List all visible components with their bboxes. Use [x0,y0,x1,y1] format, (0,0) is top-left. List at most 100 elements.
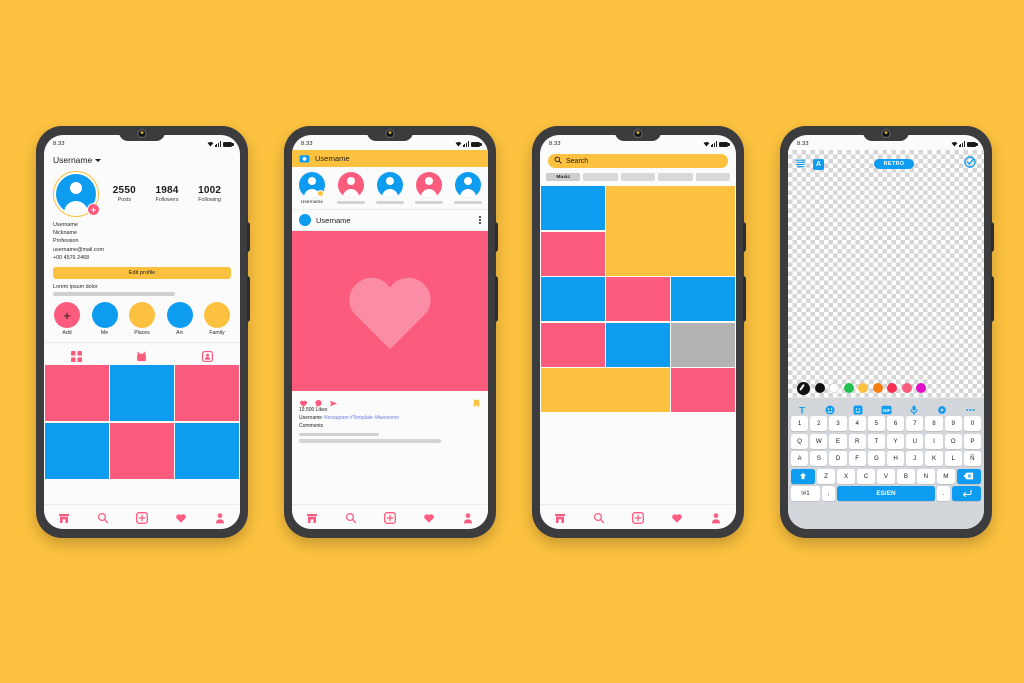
color-black[interactable] [814,383,825,393]
explore-tile[interactable] [671,277,735,321]
key-l[interactable]: L [944,451,962,467]
add-icon[interactable] [384,511,396,524]
story-item[interactable] [415,172,443,205]
symbols-key[interactable]: !#1 [791,486,820,502]
camera-icon[interactable] [299,150,310,168]
post-comments-label[interactable]: Comments [299,422,481,430]
comma-key[interactable]: , [821,486,835,502]
post-thumb[interactable] [45,365,109,422]
key-w[interactable]: W [810,433,828,449]
profile-icon[interactable] [710,511,722,524]
key-6[interactable]: 6 [887,416,905,431]
key-x[interactable]: X [837,468,856,484]
key-h[interactable]: H [887,451,905,467]
key-2[interactable]: 2 [810,416,828,431]
key-b[interactable]: B [896,468,915,484]
key-r[interactable]: R [848,433,866,449]
key-4[interactable]: 4 [848,416,866,431]
profile-icon[interactable] [462,511,474,524]
explore-tile[interactable] [541,186,605,230]
key-m[interactable]: M [936,468,955,484]
key-j[interactable]: J [906,451,924,467]
text-style-button[interactable]: A [813,158,824,170]
chip-placeholder[interactable] [695,173,731,181]
key-q[interactable]: Q [790,433,809,449]
color-pink[interactable] [901,383,912,393]
search-icon[interactable] [593,511,605,524]
canvas-transparent-background[interactable] [788,150,984,398]
explore-tile[interactable] [541,277,605,321]
profile-icon[interactable] [214,511,226,524]
key-enye[interactable]: Ñ [963,451,982,467]
home-icon[interactable] [554,511,566,523]
avatar-add-badge[interactable]: + [87,203,100,216]
grid-icon[interactable] [71,349,83,363]
key-t[interactable]: T [867,433,885,449]
chevron-down-icon[interactable] [95,158,102,162]
key-n[interactable]: N [916,468,935,484]
heart-icon[interactable] [299,395,308,407]
more-icon[interactable] [965,402,975,412]
story-item[interactable] [337,172,365,205]
post-thumb[interactable] [175,422,240,479]
key-d[interactable]: D [829,451,847,467]
heart-icon[interactable] [175,511,187,523]
story-item[interactable] [454,172,482,205]
post-author-avatar[interactable] [299,214,311,226]
heart-icon[interactable] [423,511,435,523]
key-p[interactable]: P [963,433,982,449]
check-circle-icon[interactable] [964,155,976,173]
key-7[interactable]: 7 [906,416,924,431]
align-icon[interactable] [795,155,806,173]
color-orange[interactable] [872,383,883,393]
key-1[interactable]: 1 [790,416,809,431]
post-thumb[interactable] [175,365,240,422]
key-s[interactable]: S [810,451,828,467]
key-u[interactable]: U [906,433,924,449]
more-options-icon[interactable] [479,216,481,224]
chip-placeholder[interactable] [658,173,693,181]
backspace-icon[interactable] [956,468,981,484]
post-image[interactable] [292,231,488,391]
edit-profile-button[interactable]: Edit profile [53,267,231,280]
story-item[interactable]: Username [298,172,326,205]
key-c[interactable]: C [857,468,876,484]
chip-placeholder[interactable] [583,173,618,181]
highlight-family[interactable]: Family [204,302,230,336]
key-5[interactable]: 5 [867,416,885,431]
post-thumb[interactable] [45,422,109,479]
post-thumb[interactable] [110,365,174,422]
key-o[interactable]: O [944,433,962,449]
home-icon[interactable] [306,511,318,523]
explore-tile-wide[interactable] [541,368,670,412]
color-white[interactable] [829,383,839,393]
key-e[interactable]: E [829,433,847,449]
search-icon[interactable] [345,511,357,524]
explore-tile[interactable] [671,322,735,367]
tagged-icon[interactable] [201,349,213,363]
stat-posts[interactable]: 2550 Posts [113,185,136,203]
reels-icon[interactable] [136,349,147,362]
comment-icon[interactable] [314,395,323,408]
bookmark-icon[interactable] [472,395,481,408]
highlight-me[interactable]: Me [91,302,118,336]
explore-tile[interactable] [606,322,670,367]
stat-following[interactable]: 1002 Following [198,185,221,203]
period-key[interactable]: . [937,486,951,502]
highlight-art[interactable]: Art [166,302,193,336]
key-9[interactable]: 9 [944,416,962,431]
chip-placeholder[interactable] [620,173,656,181]
explore-tile[interactable] [541,231,605,276]
highlight-places[interactable]: Places [129,302,155,336]
key-i[interactable]: I [925,433,943,449]
eyedropper-icon[interactable] [797,381,810,395]
shift-icon[interactable] [791,468,816,484]
explore-tile[interactable] [541,322,605,367]
space-key[interactable]: ES/EN [836,486,936,502]
add-icon[interactable] [136,511,148,524]
gif-icon[interactable]: GIF [881,402,892,415]
settings-icon[interactable] [937,402,947,414]
explore-tile-large[interactable] [606,186,735,276]
color-green[interactable] [843,383,854,393]
key-3[interactable]: 3 [829,416,847,431]
